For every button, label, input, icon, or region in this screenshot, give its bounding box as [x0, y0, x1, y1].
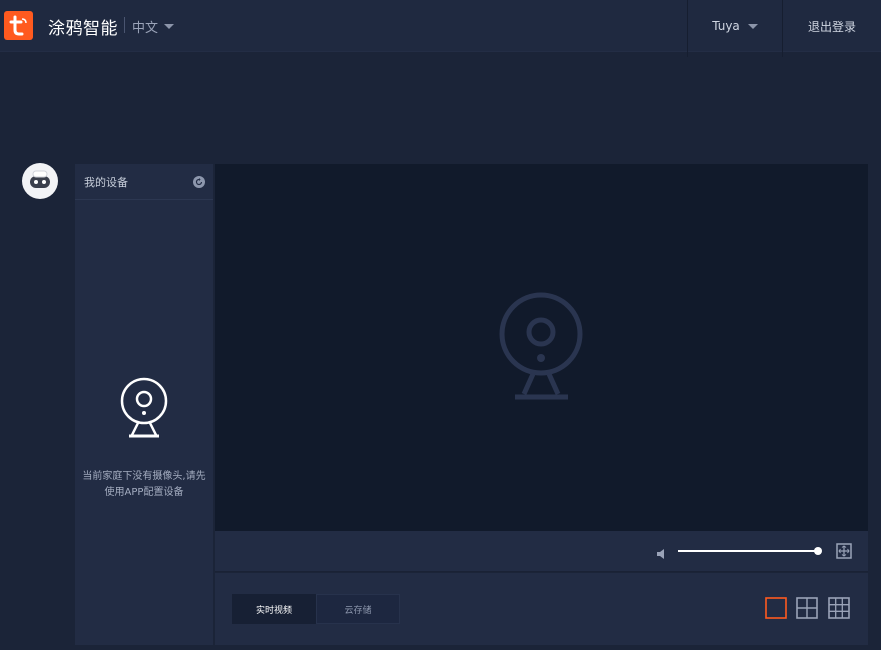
sidebar-title: 我的设备	[84, 175, 128, 189]
player-controls	[215, 531, 868, 572]
robot-avatar-icon	[30, 170, 50, 188]
camera-icon	[120, 377, 168, 445]
volume-slider-track[interactable]	[678, 550, 818, 552]
chevron-down-icon	[747, 23, 758, 29]
brand-name: 涂鸦智能	[48, 19, 118, 39]
tab-live-video-label: 实时视频	[255, 605, 292, 616]
layout-nine-button[interactable]	[828, 597, 850, 619]
single-view-icon	[765, 597, 787, 619]
empty-device-message: 当前家庭下没有摄像头,请先使用APP配置设备	[82, 471, 206, 498]
logout-button[interactable]: 退出登录	[783, 0, 881, 52]
device-sidebar: 我的设备 当前家庭下没有摄像头,请先使用APP配置设备	[75, 164, 213, 645]
layout-quad-button[interactable]	[796, 597, 818, 619]
refresh-icon[interactable]	[193, 175, 205, 188]
chevron-down-icon	[164, 24, 175, 29]
top-bar: 涂鸦智能 中文 Tuya 退出登录	[0, 0, 881, 57]
fullscreen-icon[interactable]	[836, 543, 852, 563]
bottom-toolbar: 实时视频 云存储	[215, 573, 868, 645]
user-name: Tuya	[712, 19, 740, 33]
logout-label: 退出登录	[807, 19, 856, 34]
volume-icon[interactable]	[656, 545, 668, 564]
language-select[interactable]: 中文	[132, 17, 175, 36]
tab-cloud-storage-label: 云存储	[344, 605, 372, 616]
brand-divider	[124, 17, 125, 33]
nine-view-icon	[828, 597, 850, 619]
language-label: 中文	[132, 21, 159, 36]
camera-placeholder-icon	[498, 292, 586, 406]
user-menu[interactable]: Tuya	[688, 0, 782, 52]
sidebar-header: 我的设备	[75, 164, 213, 200]
tuya-logo-icon[interactable]	[4, 11, 33, 40]
tab-live-video[interactable]: 实时视频	[232, 594, 316, 624]
layout-single-button[interactable]	[765, 597, 787, 619]
quad-view-icon	[796, 597, 818, 619]
avatar[interactable]	[22, 163, 58, 199]
tab-cloud-storage[interactable]: 云存储	[316, 594, 400, 624]
video-viewer[interactable]	[215, 164, 868, 531]
volume-slider-handle[interactable]	[814, 547, 822, 555]
